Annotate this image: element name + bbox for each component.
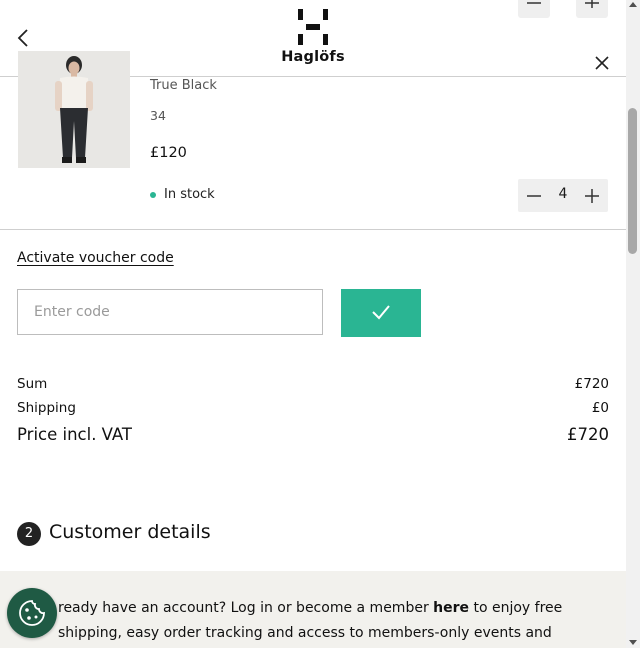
section-divider	[0, 229, 626, 230]
total-value: £720	[567, 425, 609, 444]
brand-logo-icon	[298, 9, 328, 45]
stock-status: In stock	[164, 187, 215, 202]
product-price: £120	[150, 145, 187, 161]
sum-value: £720	[574, 376, 609, 392]
member-info-prefix: ready have an account? Log in or become …	[58, 600, 434, 616]
cookie-icon	[19, 600, 45, 626]
back-arrow-icon[interactable]	[14, 28, 34, 48]
stock-indicator-dot	[150, 192, 156, 198]
product-photo-illustration	[18, 51, 130, 168]
scrollbar-thumb[interactable]	[628, 108, 637, 254]
shipping-value: £0	[591, 400, 609, 416]
scroll-down-arrow-icon[interactable]	[629, 640, 637, 645]
member-info-text: ready have an account? Log in or become …	[58, 596, 598, 646]
quantity-stepper: 4	[518, 179, 608, 212]
voucher-code-input[interactable]	[17, 289, 323, 335]
checkmark-icon	[372, 305, 390, 320]
total-label: Price incl. VAT	[17, 425, 133, 444]
partial-plus-button[interactable]	[576, 0, 608, 18]
scroll-up-arrow-icon[interactable]	[629, 2, 637, 7]
quantity-value: 4	[558, 186, 568, 202]
plus-icon	[585, 0, 599, 8]
product-color: True Black	[150, 78, 217, 93]
scrollbar[interactable]	[626, 0, 640, 648]
activate-voucher-link[interactable]: Activate voucher code	[17, 250, 174, 266]
product-size: 34	[150, 108, 166, 123]
shipping-label: Shipping	[17, 400, 76, 416]
sum-label: Sum	[17, 376, 48, 392]
minus-icon	[527, 2, 541, 4]
cookie-settings-button[interactable]	[7, 588, 57, 638]
checkout-page: Haglöfs True Black 34 £120 In stock 4 Ac…	[0, 0, 626, 648]
partial-minus-button[interactable]	[518, 0, 550, 18]
close-icon[interactable]	[594, 55, 610, 71]
customer-details-title: Customer details	[49, 521, 211, 543]
apply-voucher-button[interactable]	[341, 289, 421, 337]
member-here-link[interactable]: here	[433, 600, 469, 616]
product-image[interactable]	[18, 51, 130, 168]
plus-icon[interactable]	[584, 188, 600, 204]
brand-name: Haglöfs	[281, 49, 345, 65]
step-number-badge: 2	[17, 522, 41, 546]
minus-icon[interactable]	[526, 188, 542, 204]
